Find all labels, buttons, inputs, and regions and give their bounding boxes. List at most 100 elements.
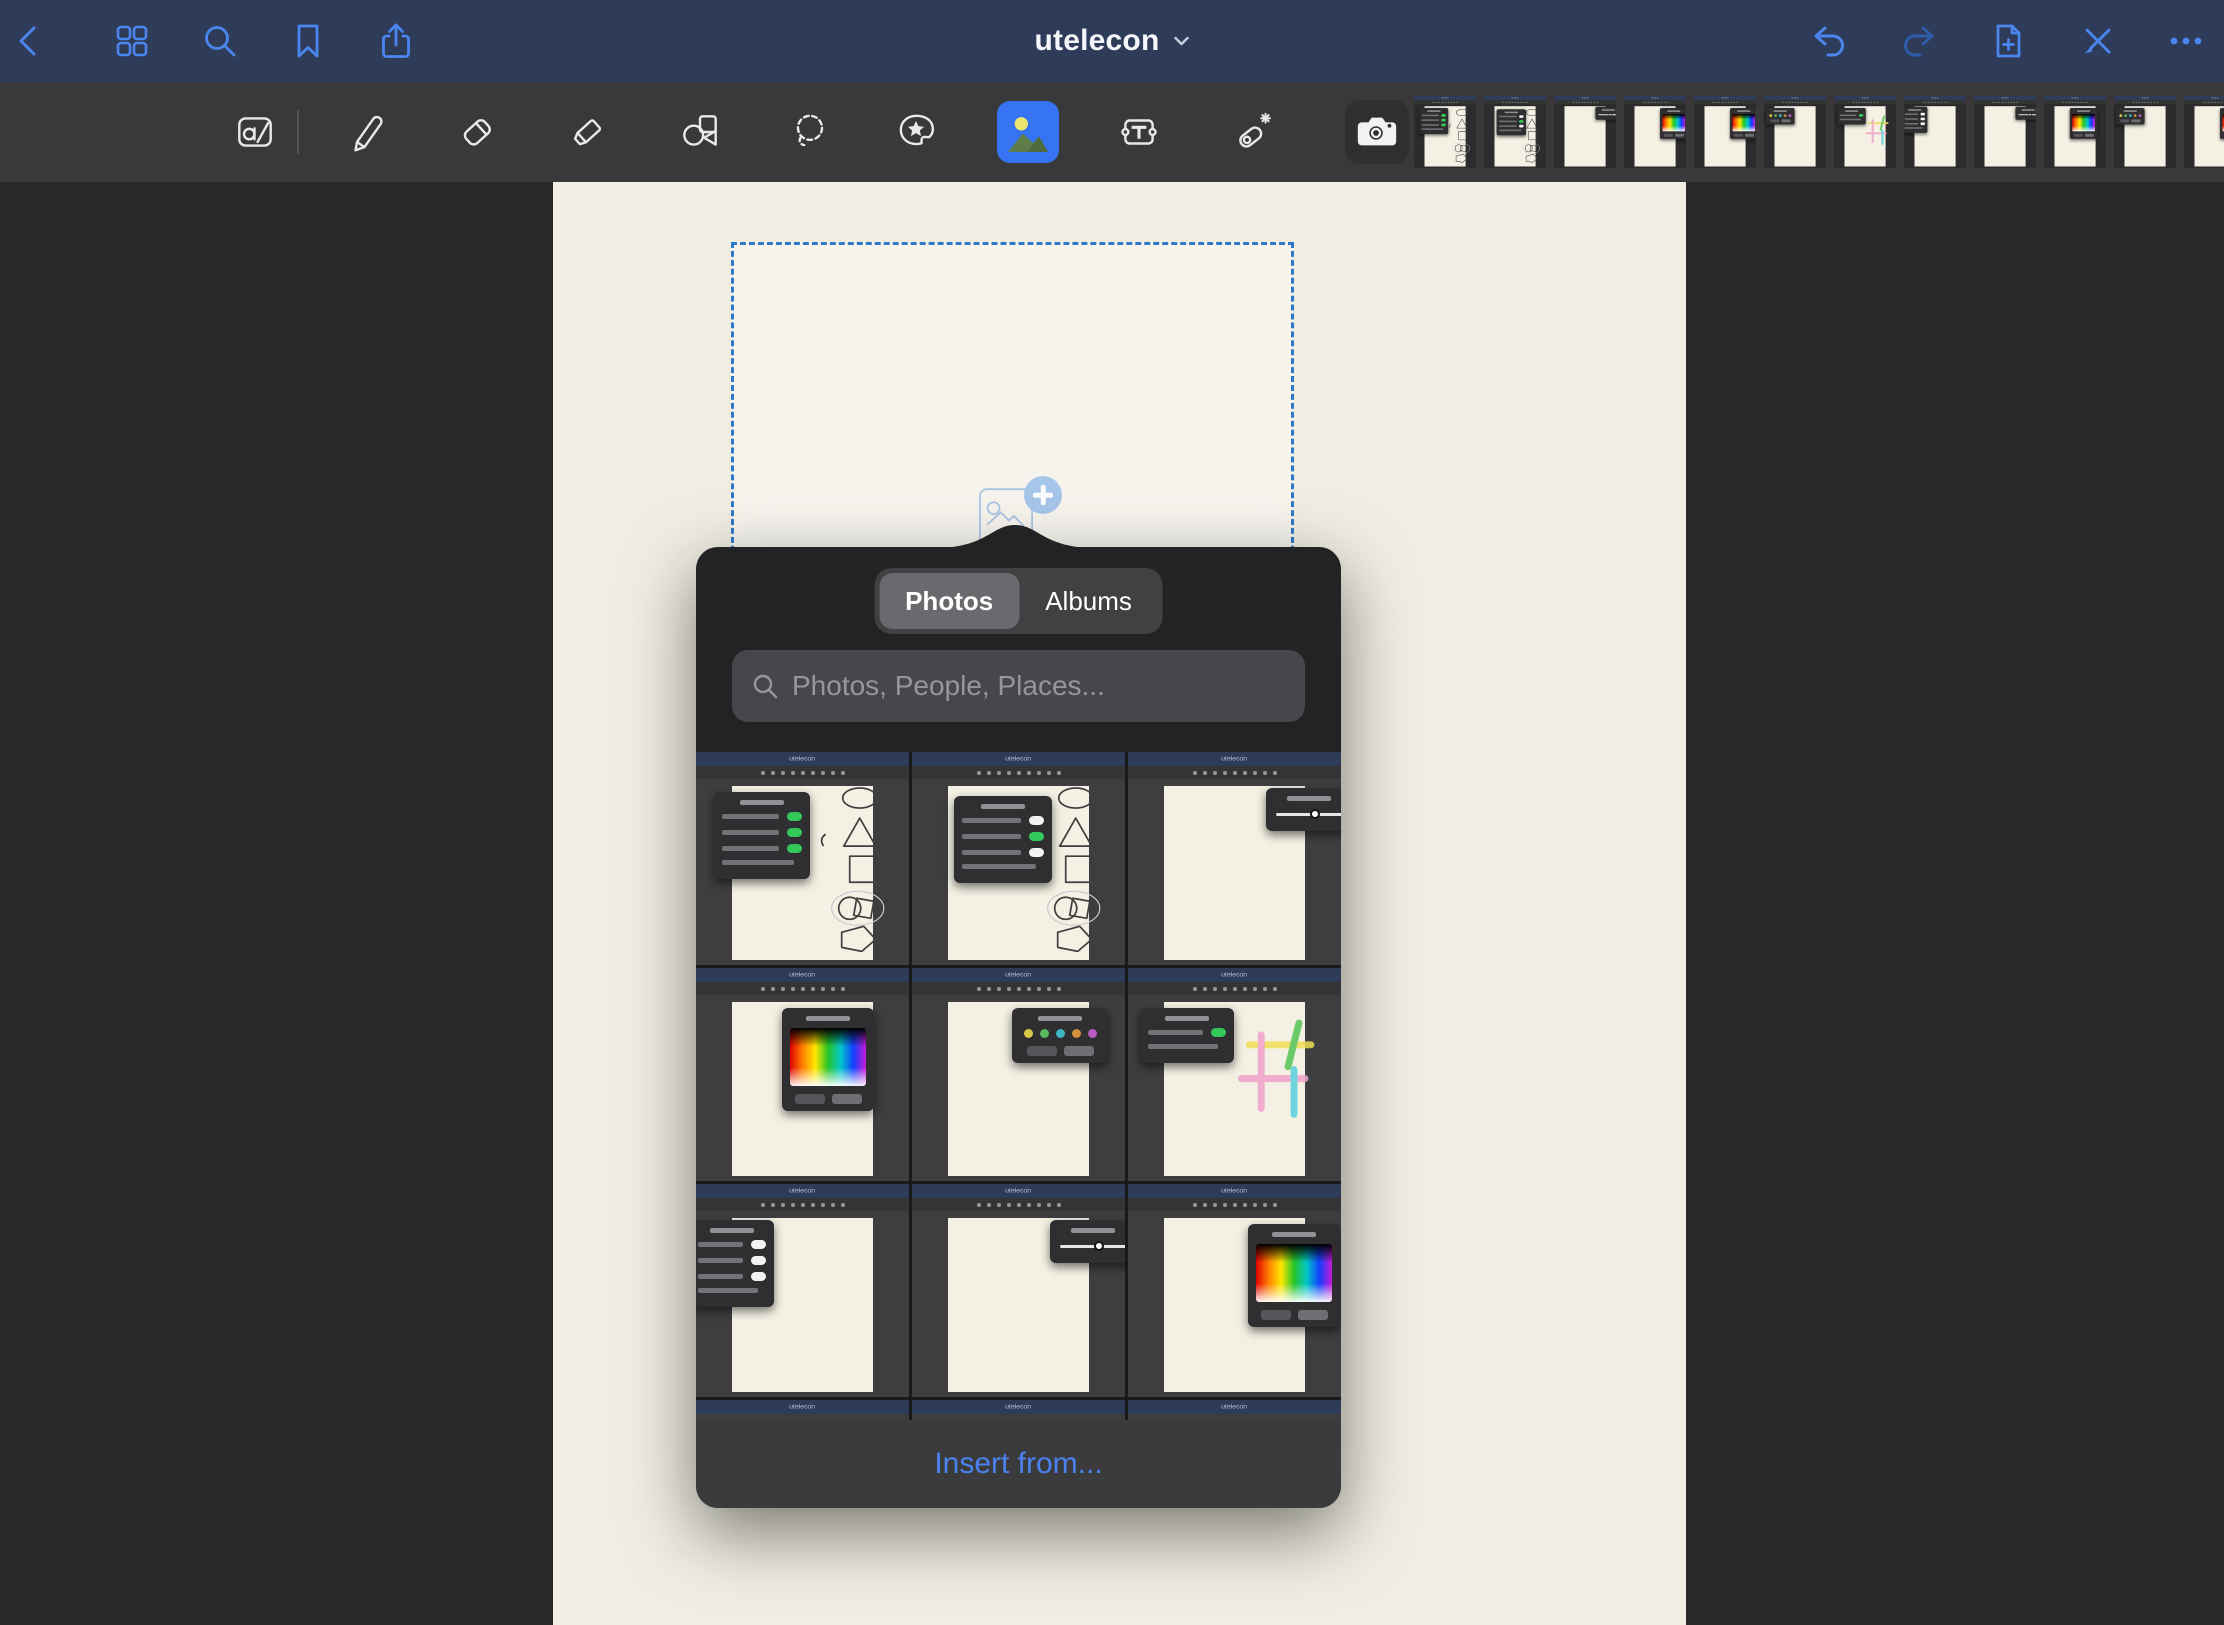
undo-icon[interactable]	[1801, 13, 1857, 69]
mini-toggle	[1029, 816, 1044, 825]
photo-thumbnail[interactable]: utelecon	[696, 752, 909, 965]
laser-pointer-tool-icon[interactable]	[1222, 101, 1284, 163]
photo-thumbnail[interactable]: utelecon	[912, 1400, 1125, 1420]
page-thumbnail[interactable]: utelecon	[1904, 96, 1966, 168]
shapes-tool-icon[interactable]	[669, 101, 731, 163]
mini-menu-row	[1499, 130, 1524, 131]
back-icon[interactable]	[2, 13, 58, 69]
pen-tool-icon[interactable]	[336, 101, 398, 163]
tab-albums[interactable]: Albums	[1019, 573, 1158, 629]
pages-overview-icon[interactable]	[104, 13, 160, 69]
mini-toolbar	[1128, 766, 1341, 779]
mini-menu-row	[1148, 1044, 1226, 1049]
page-thumbnail[interactable]: utelecon	[2114, 96, 2176, 168]
photo-thumbnail[interactable]: utelecon	[1128, 1184, 1341, 1397]
mini-menu	[1266, 788, 1341, 831]
mini-menu-row	[1499, 115, 1524, 118]
mini-menu-title	[1602, 109, 1615, 111]
page-thumbnail-content: utelecon	[1694, 96, 1756, 168]
redo-icon[interactable]	[1891, 13, 1947, 69]
mini-toggle	[1921, 122, 1926, 125]
mini-menu-row	[698, 1240, 766, 1249]
eraser-tool-icon[interactable]	[446, 101, 508, 163]
mini-menu-title	[1427, 110, 1440, 112]
more-icon[interactable]	[2158, 13, 2214, 69]
mini-menu	[2015, 107, 2036, 120]
handwriting-tool-icon[interactable]	[224, 101, 286, 163]
search-icon[interactable]	[192, 13, 248, 69]
mini-toolbar	[1414, 100, 1476, 104]
page-thumbnail-content: utelecon	[1974, 96, 2036, 168]
share-icon[interactable]	[368, 13, 424, 69]
mini-rainbow-palette	[2072, 114, 2095, 131]
mini-menu-buttons	[1256, 1310, 1332, 1320]
photo-thumbnail[interactable]: utelecon	[1128, 1400, 1341, 1420]
page-thumbnail[interactable]: utelecon	[1974, 96, 2036, 168]
mini-toggle	[1921, 118, 1926, 121]
tab-photos[interactable]: Photos	[879, 573, 1019, 629]
page-thumbnail[interactable]: utelecon	[1484, 96, 1546, 168]
end-editing-icon[interactable]	[2070, 13, 2126, 69]
mini-menu	[1660, 108, 1686, 139]
search-input[interactable]	[792, 670, 1287, 702]
page-thumbnail[interactable]: utelecon	[1624, 96, 1686, 168]
chevron-down-icon	[1173, 36, 1189, 46]
highlighter-tool-icon[interactable]	[557, 101, 619, 163]
photo-thumbnail[interactable]: utelecon	[1128, 968, 1341, 1181]
photo-grid: uteleconuteleconuteleconuteleconutelecon…	[696, 752, 1341, 1420]
lasso-tool-icon[interactable]	[779, 101, 841, 163]
mini-toolbar	[1128, 1198, 1341, 1211]
mini-menu-buttons	[1662, 134, 1685, 137]
bookmark-icon[interactable]	[280, 13, 336, 69]
mini-toolbar	[696, 766, 909, 779]
page-thumbnail-content: utelecon	[1624, 96, 1686, 168]
mini-menu-title	[740, 800, 784, 805]
mini-rainbow-palette	[1256, 1244, 1332, 1302]
mini-toggle	[1441, 119, 1446, 122]
page-thumbnail[interactable]: utelecon	[2044, 96, 2106, 168]
photo-search-field[interactable]	[732, 650, 1305, 722]
mini-menu	[1766, 108, 1795, 125]
mini-rainbow-palette	[1732, 114, 1755, 131]
page-thumbnail-content: utelecon	[2114, 96, 2176, 168]
mini-menu	[696, 1220, 774, 1307]
text-tool-icon[interactable]	[1108, 101, 1170, 163]
mini-toggle	[1441, 114, 1446, 117]
mini-slider	[1274, 808, 1341, 820]
photo-thumbnail[interactable]: utelecon	[1128, 752, 1341, 965]
photo-thumbnail[interactable]: utelecon	[912, 752, 1125, 965]
mini-toggle	[787, 844, 802, 853]
camera-button[interactable]	[1345, 100, 1409, 164]
mini-topbar: utelecon	[1128, 968, 1341, 982]
mini-menu-row	[698, 1256, 766, 1265]
recent-photos-strip[interactable]: uteleconuteleconuteleconuteleconutelecon…	[1414, 96, 2224, 168]
mini-menu-row	[1148, 1028, 1226, 1037]
photo-thumbnail[interactable]: utelecon	[696, 1400, 909, 1420]
search-icon	[750, 671, 780, 701]
page-thumbnail[interactable]: utelecon	[1694, 96, 1756, 168]
page-thumbnail[interactable]: utelecon	[1834, 96, 1896, 168]
stickers-tool-icon[interactable]	[885, 101, 947, 163]
mini-toolbar	[1554, 100, 1616, 104]
mini-toggle	[751, 1272, 766, 1281]
photo-thumbnail[interactable]: utelecon	[912, 1184, 1125, 1397]
page-thumbnail[interactable]: utelecon	[1764, 96, 1826, 168]
photo-thumbnail[interactable]: utelecon	[912, 968, 1125, 1181]
image-tool-icon[interactable]	[997, 101, 1059, 163]
page-thumbnail-content: utelecon	[1414, 96, 1476, 168]
page-thumbnail[interactable]: utelecon	[2184, 96, 2224, 168]
mini-menu-row	[1840, 119, 1863, 120]
mini-menu-row	[722, 828, 802, 837]
photo-thumbnail[interactable]: utelecon	[696, 1184, 909, 1397]
page-thumbnail-content: utelecon	[2044, 96, 2106, 168]
add-page-icon[interactable]	[1980, 13, 2036, 69]
mini-menu-row	[722, 844, 802, 853]
insert-from-button[interactable]: Insert from...	[696, 1420, 1341, 1508]
mini-menu-title	[710, 1228, 754, 1233]
photo-thumbnail[interactable]: utelecon	[696, 968, 909, 1181]
document-title-control[interactable]: utelecon	[1035, 0, 1190, 82]
mini-menu-row	[1905, 122, 1925, 125]
page-thumbnail[interactable]: utelecon	[1414, 96, 1476, 168]
plus-badge-icon[interactable]	[1024, 476, 1062, 514]
page-thumbnail[interactable]: utelecon	[1554, 96, 1616, 168]
